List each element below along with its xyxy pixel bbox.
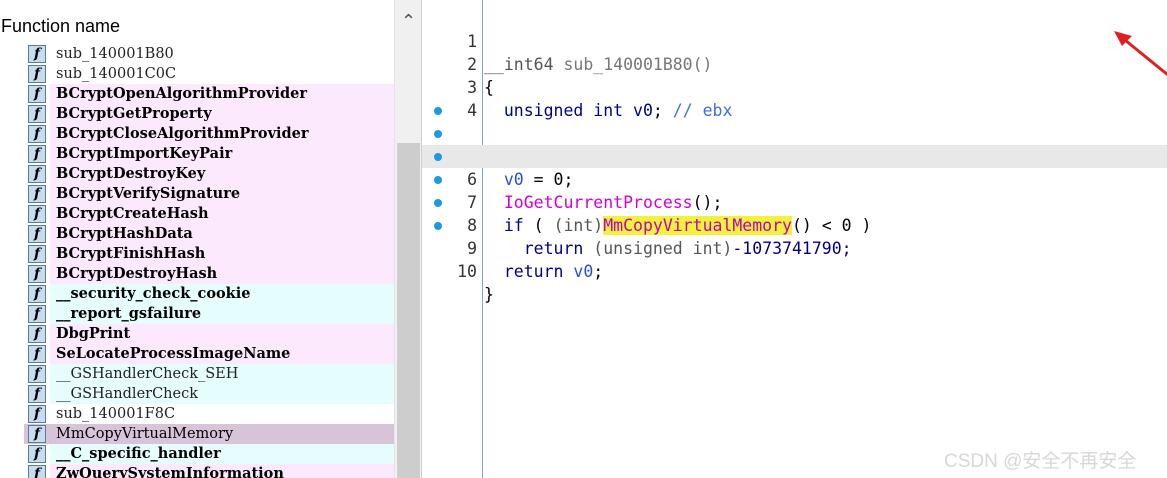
function-icon: f — [28, 185, 46, 203]
functions-panel: Function name f sub_140001B80 f sub_140001C… — [0, 0, 422, 478]
breakpoint-dot-icon[interactable] — [434, 153, 442, 161]
function-icon: f — [28, 385, 46, 403]
function-name: BCryptImportKeyPair — [56, 145, 233, 162]
function-icon: f — [28, 45, 46, 63]
function-icon: f — [28, 365, 46, 383]
function-row[interactable]: f sub_140001F8C — [0, 404, 394, 424]
code-line-1[interactable]: 1 __int64 sub_140001B80() — [422, 7, 1167, 74]
breakpoint-dot-icon[interactable] — [434, 107, 442, 115]
semicolon: ; — [593, 262, 604, 281]
function-name: __security_check_cookie — [56, 285, 251, 302]
function-icon: f — [28, 145, 46, 163]
function-icon: f — [28, 85, 46, 103]
code-line-4[interactable]: 4 — [422, 76, 1167, 120]
return-keyword: return — [503, 262, 564, 281]
pseudocode-view[interactable]: 1 __int64 sub_140001B80() 2 { 3 unsigned… — [422, 0, 1167, 478]
function-icon: f — [28, 125, 46, 143]
variable-v0[interactable]: v0 — [563, 262, 593, 281]
code-line-7-current[interactable]: 7 if ( (int)MmCopyVirtualMemory() < 0 ) — [422, 145, 1167, 235]
function-name: sub_140001B80 — [56, 46, 174, 62]
function-row[interactable]: f BCryptImportKeyPair — [0, 144, 394, 164]
function-icon: f — [28, 65, 46, 83]
code-line-6[interactable]: 6 IoGetCurrentProcess(); — [422, 122, 1167, 212]
code-line-2[interactable]: 2 { — [422, 30, 1167, 97]
function-row[interactable]: f __C_specific_handler — [0, 444, 394, 464]
function-row[interactable]: f BCryptDestroyHash — [0, 264, 394, 284]
cast: (unsigned int) — [583, 239, 733, 258]
function-row[interactable]: f BCryptVerifySignature — [0, 184, 394, 204]
function-row[interactable]: f __GSHandlerCheck — [0, 384, 394, 404]
function-icon: f — [28, 445, 46, 463]
code-line-3[interactable]: 3 unsigned int v0; // ebx — [422, 53, 1167, 120]
function-name: BCryptDestroyKey — [56, 165, 206, 182]
function-row[interactable]: f BCryptDestroyKey — [0, 164, 394, 184]
function-row[interactable]: f BCryptFinishHash — [0, 244, 394, 264]
function-name: BCryptCloseAlgorithmProvider — [56, 125, 309, 142]
code-line-5[interactable]: 5 v0 = 0; — [422, 99, 1167, 189]
function-row[interactable]: f BCryptGetProperty — [0, 104, 394, 124]
return-value: -1073741790; — [732, 239, 852, 258]
function-name: ZwQuerySystemInformation — [56, 465, 284, 478]
function-icon: f — [28, 245, 46, 263]
function-name: BCryptOpenAlgorithmProvider — [56, 85, 307, 102]
function-name: BCryptVerifySignature — [56, 185, 241, 202]
function-row[interactable]: f BCryptCloseAlgorithmProvider — [0, 124, 394, 144]
breakpoint-dot-icon[interactable] — [434, 199, 442, 207]
function-row[interactable]: f __report_gsfailure — [0, 304, 394, 324]
function-row[interactable]: f BCryptCreateHash — [0, 204, 394, 224]
function-row[interactable]: f __security_check_cookie — [0, 284, 394, 304]
function-row[interactable]: f BCryptOpenAlgorithmProvider — [0, 84, 394, 104]
function-name: BCryptCreateHash — [56, 205, 209, 222]
function-name: BCryptHashData — [56, 225, 193, 242]
function-name: sub_140001F8C — [56, 406, 176, 422]
function-name: __GSHandlerCheck — [56, 386, 198, 402]
function-icon: f — [28, 265, 46, 283]
red-annotation-arrow-icon — [1114, 31, 1167, 77]
code-line-10[interactable]: 10 } — [422, 214, 1167, 304]
code-line-9[interactable]: 9 return v0; — [422, 191, 1167, 281]
function-name: MmCopyVirtualMemory — [56, 426, 234, 442]
line-number: 10 — [457, 262, 477, 281]
breakpoint-dot-icon[interactable] — [434, 176, 442, 184]
function-icon: f — [28, 285, 46, 303]
function-row[interactable]: f sub_140001B80 — [0, 44, 394, 64]
function-name: DbgPrint — [56, 325, 131, 342]
vertical-scrollbar[interactable]: ⌃ — [394, 0, 421, 478]
function-icon: f — [28, 105, 46, 123]
function-name: BCryptGetProperty — [56, 105, 212, 122]
function-icon: f — [28, 305, 46, 323]
scroll-up-arrow-icon[interactable]: ⌃ — [395, 8, 421, 34]
function-name: BCryptDestroyHash — [56, 265, 218, 282]
function-row[interactable]: f DbgPrint — [0, 324, 394, 344]
function-row[interactable]: f BCryptHashData — [0, 224, 394, 244]
function-icon: f — [28, 225, 46, 243]
function-list: f sub_140001B80 f sub_140001C0C f BCryptOpenA… — [0, 44, 394, 478]
function-icon: f — [28, 205, 46, 223]
function-icon: f — [28, 325, 46, 343]
breakpoint-dot-icon[interactable] — [434, 222, 442, 230]
function-name: __C_specific_handler — [56, 445, 221, 462]
function-row[interactable]: f ZwQuerySystemInformation — [0, 464, 394, 478]
function-row[interactable]: f sub_140001C0C — [0, 64, 394, 84]
function-icon: f — [28, 345, 46, 363]
function-name: __GSHandlerCheck_SEH — [56, 366, 239, 382]
function-icon: f — [28, 165, 46, 183]
function-name: sub_140001C0C — [56, 66, 177, 82]
breakpoint-dot-icon[interactable] — [434, 130, 442, 138]
return-keyword: return — [523, 239, 584, 258]
function-name: BCryptFinishHash — [56, 245, 206, 262]
watermark: CSDN @安全不再安全 — [944, 451, 1137, 472]
function-icon: f — [28, 465, 46, 478]
function-icon: f — [28, 425, 46, 443]
function-name: SeLocateProcessImageName — [56, 345, 291, 362]
function-row[interactable]: f SeLocateProcessImageName — [0, 344, 394, 364]
function-icon: f — [28, 405, 46, 423]
function-row[interactable]: f __GSHandlerCheck_SEH — [0, 364, 394, 384]
code-line-8[interactable]: 8 return (unsigned int)-1073741790; — [422, 168, 1167, 258]
function-row[interactable]: f MmCopyVirtualMemory — [0, 424, 394, 444]
function-name: __report_gsfailure — [56, 305, 202, 322]
function-name-column-header[interactable]: Function name — [0, 13, 395, 39]
close-brace: } — [484, 285, 494, 304]
scrollbar-thumb[interactable] — [397, 143, 420, 478]
